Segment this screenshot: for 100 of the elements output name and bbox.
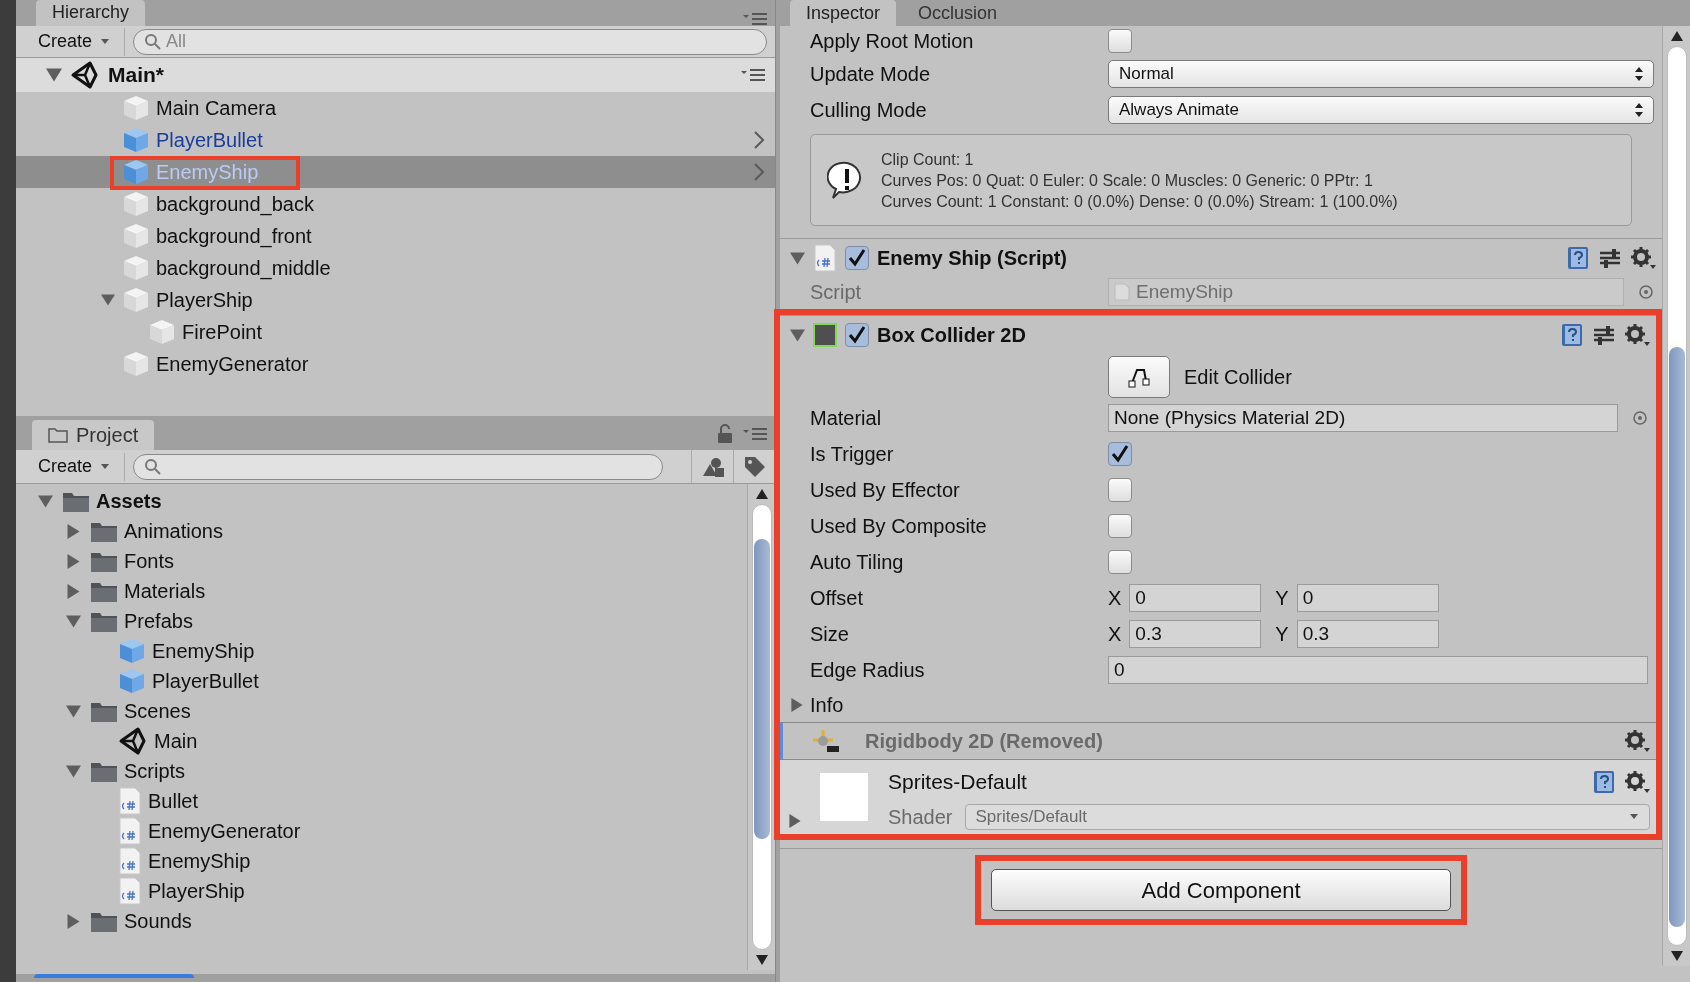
project-tab[interactable]: Project <box>32 420 155 450</box>
foldout-arrow-icon[interactable] <box>46 67 62 83</box>
prefab-cube-icon <box>122 158 150 186</box>
hierarchy-item[interactable]: EnemyGenerator <box>16 348 775 380</box>
project-item[interactable]: Main <box>16 726 747 756</box>
object-field[interactable]: None (Physics Material 2D) <box>1108 404 1618 432</box>
checkbox[interactable] <box>1108 442 1132 466</box>
project-item[interactable]: Animations <box>16 516 747 546</box>
hierarchy-item[interactable]: PlayerShip <box>16 284 775 316</box>
settings-gear-icon[interactable] <box>1624 323 1650 347</box>
caret-icon <box>100 462 111 471</box>
foldout-arrow-icon[interactable] <box>65 913 81 929</box>
foldout-arrow-icon[interactable] <box>790 250 805 266</box>
edit-collider-button[interactable] <box>1108 356 1170 398</box>
foldout-arrow-icon[interactable] <box>65 553 81 569</box>
field-label: Is Trigger <box>809 442 895 467</box>
hierarchy-item[interactable]: Main Camera <box>16 92 775 124</box>
number-field[interactable]: 0 <box>1108 656 1648 684</box>
foldout-arrow-icon[interactable] <box>65 523 81 539</box>
help-book-icon[interactable] <box>1560 323 1584 347</box>
panel-menu-icon[interactable] <box>743 12 767 26</box>
scrollbar[interactable] <box>1662 26 1690 966</box>
cube-icon <box>122 350 150 378</box>
number-field[interactable]: 0.3 <box>1296 620 1439 648</box>
checkbox[interactable] <box>1108 550 1132 574</box>
hierarchy-item[interactable]: background_front <box>16 220 775 252</box>
scene-header[interactable]: Main* <box>16 58 775 92</box>
number-field[interactable]: 0 <box>1129 584 1262 612</box>
dropdown[interactable]: Always Animate <box>1108 96 1654 124</box>
scrollbar[interactable] <box>747 484 775 970</box>
script-field: EnemyShip <box>1108 278 1624 306</box>
shader-dropdown[interactable]: Sprites/Default <box>964 803 1650 830</box>
foldout-arrow-icon[interactable] <box>65 613 81 629</box>
filter-by-type-icon[interactable] <box>700 455 725 478</box>
create-button[interactable]: Create <box>24 452 126 481</box>
settings-gear-icon[interactable] <box>1624 769 1650 794</box>
chevron-right-icon[interactable] <box>753 130 765 150</box>
checkbox[interactable] <box>1108 514 1132 538</box>
scroll-thumb[interactable] <box>753 539 770 839</box>
help-book-icon[interactable] <box>1566 246 1590 270</box>
hierarchy-item[interactable]: PlayerBullet <box>16 124 775 156</box>
tag-icon[interactable] <box>742 454 767 479</box>
inspector-tab[interactable]: Inspector <box>790 0 897 26</box>
preset-sliders-icon[interactable] <box>1592 323 1616 347</box>
add-component-button[interactable]: Add Component <box>991 869 1451 911</box>
scroll-up-icon[interactable] <box>754 488 769 500</box>
project-item[interactable]: Materials <box>16 576 747 606</box>
foldout-arrow-icon[interactable] <box>788 814 802 828</box>
help-book-icon[interactable] <box>1592 769 1616 794</box>
dropdown[interactable]: Normal <box>1108 60 1654 88</box>
checkbox[interactable] <box>845 323 869 347</box>
checkbox[interactable] <box>845 246 869 270</box>
preset-sliders-icon[interactable] <box>1598 246 1622 270</box>
info-foldout[interactable]: Info <box>780 688 1656 722</box>
foldout-arrow-icon[interactable] <box>65 703 81 719</box>
field-label: Used By Composite <box>809 514 988 539</box>
foldout-arrow-icon[interactable] <box>101 293 115 307</box>
foldout-arrow-icon[interactable] <box>790 327 805 343</box>
number-field[interactable]: 0.3 <box>1129 620 1262 648</box>
search-field[interactable] <box>133 453 664 480</box>
project-item[interactable]: EnemyShip <box>16 846 747 876</box>
scroll-down-icon[interactable] <box>1669 950 1684 962</box>
foldout-arrow-icon[interactable] <box>37 493 53 509</box>
field-label: Material <box>809 406 883 431</box>
panel-menu-icon[interactable] <box>741 68 765 82</box>
project-item[interactable]: PlayerBullet <box>16 666 747 696</box>
number-field[interactable]: 0 <box>1296 584 1439 612</box>
chevron-right-icon[interactable] <box>753 162 765 182</box>
scroll-up-icon[interactable] <box>1669 30 1684 42</box>
hierarchy-item[interactable]: background_back <box>16 188 775 220</box>
foldout-arrow-icon[interactable] <box>65 583 81 599</box>
scroll-down-icon[interactable] <box>754 954 769 966</box>
settings-gear-icon[interactable] <box>1624 729 1650 753</box>
checkbox[interactable] <box>1108 29 1132 53</box>
project-item[interactable]: PlayerShip <box>16 876 747 906</box>
project-item[interactable]: Sounds <box>16 906 747 936</box>
project-item[interactable]: Bullet <box>16 786 747 816</box>
project-item[interactable]: Assets <box>16 486 747 516</box>
project-item[interactable]: Prefabs <box>16 606 747 636</box>
hierarchy-item[interactable]: background_middle <box>16 252 775 284</box>
foldout-arrow-icon[interactable] <box>65 763 81 779</box>
settings-gear-icon[interactable] <box>1630 246 1656 270</box>
hierarchy-item[interactable]: FirePoint <box>16 316 775 348</box>
inspector-tab[interactable]: Occlusion <box>902 0 1014 26</box>
search-icon <box>144 457 163 476</box>
project-item[interactable]: EnemyGenerator <box>16 816 747 846</box>
object-picker-icon[interactable] <box>1632 410 1648 426</box>
checkbox[interactable] <box>1108 478 1132 502</box>
object-picker-icon[interactable] <box>1638 284 1654 300</box>
shader-label: Shader <box>888 804 953 830</box>
lock-icon[interactable] <box>717 424 733 444</box>
foldout-arrow-icon[interactable] <box>790 698 804 712</box>
scroll-thumb[interactable] <box>1668 347 1685 927</box>
hierarchy-tab[interactable]: Hierarchy <box>36 0 146 26</box>
project-item[interactable]: Scripts <box>16 756 747 786</box>
project-item[interactable]: EnemyShip <box>16 636 747 666</box>
create-button[interactable]: Create <box>24 27 126 56</box>
project-item[interactable]: Scenes <box>16 696 747 726</box>
panel-menu-icon[interactable] <box>743 427 767 441</box>
project-item[interactable]: Fonts <box>16 546 747 576</box>
